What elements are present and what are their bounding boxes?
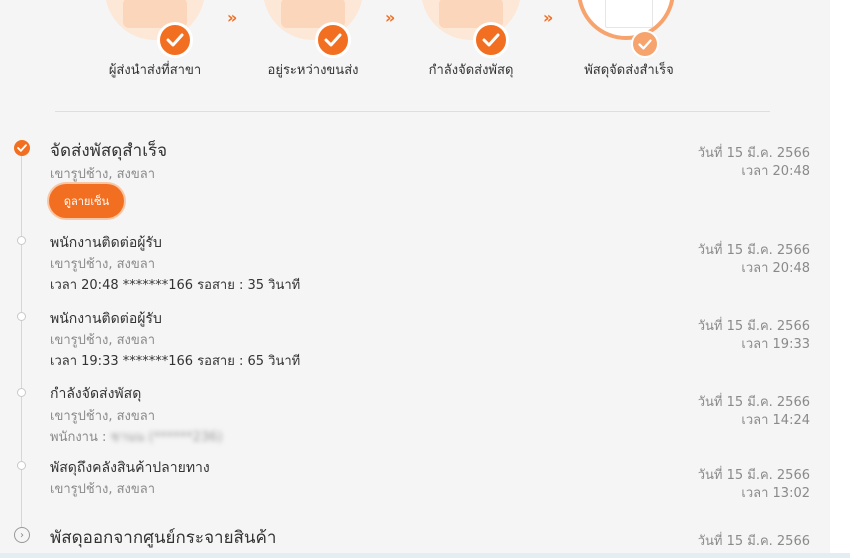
event-location: เขารูปช้าง, สงขลา [50, 409, 156, 424]
view-signature-button[interactable]: ดูลายเซ็น [49, 184, 124, 218]
check-icon [315, 22, 351, 58]
event-time: เวลา 14:24 [741, 413, 810, 428]
check-icon [157, 22, 193, 58]
step-arrow-icon: » [543, 8, 553, 27]
event-detail: เวลา 20:48 *******166 รอสาย : 35 วินาที [50, 278, 301, 293]
step-in-transit: อยู่ระหว่างขนส่ง [243, 0, 383, 90]
step-sender-dropoff: ผู้ส่งนำส่งที่สาขา [85, 0, 225, 90]
page-gutter [830, 0, 850, 558]
timeline-dot [17, 312, 26, 321]
timeline-line [21, 148, 22, 528]
timeline-dot [17, 461, 26, 470]
event-title: กำลังจัดส่งพัสดุ [50, 386, 142, 402]
event-location: เขารูปช้าง, สงขลา [50, 257, 156, 272]
event-title: พัสดุออกจากศูนย์กระจายสินค้า [50, 528, 277, 548]
step-arrow-icon: » [227, 8, 237, 27]
staff-value-redacted: ชานน (******236) [110, 430, 223, 445]
event-detail: เวลา 19:33 *******166 รอสาย : 65 วินาที [50, 354, 301, 369]
event-title: พนักงานติดต่อผู้รับ [50, 235, 162, 251]
event-time: เวลา 19:33 [741, 337, 810, 352]
check-circle-icon [14, 140, 30, 156]
event-time: เวลา 20:48 [741, 164, 810, 179]
bottom-bar [0, 553, 850, 558]
step-illustration [577, 0, 675, 40]
event-location: เขารูปช้าง, สงขลา [50, 333, 156, 348]
step-label: กำลังจัดส่งพัสดุ [428, 63, 514, 78]
event-title: จัดส่งพัสดุสำเร็จ [50, 141, 168, 161]
step-delivered: พัสดุจัดส่งสำเร็จ [559, 0, 699, 90]
step-label: ผู้ส่งนำส่งที่สาขา [108, 63, 202, 78]
timeline-dot [17, 236, 26, 245]
event-title: พัสดุถึงคลังสินค้าปลายทาง [50, 460, 210, 476]
chevron-right-icon[interactable]: › [14, 527, 30, 543]
step-out-for-delivery: กำลังจัดส่งพัสดุ [401, 0, 541, 90]
event-time: เวลา 20:48 [741, 261, 810, 276]
divider [55, 111, 770, 112]
step-label: พัสดุจัดส่งสำเร็จ [584, 63, 674, 78]
check-icon [631, 30, 659, 58]
event-staff: พนักงาน : ชานน (******236) [50, 426, 223, 447]
step-arrow-icon: » [385, 8, 395, 27]
step-label: อยู่ระหว่างขนส่ง [267, 63, 359, 78]
tracking-panel: ผู้ส่งนำส่งที่สาขา » อยู่ระหว่างขนส่ง » … [0, 0, 830, 558]
check-icon [473, 22, 509, 58]
event-location: เขารูปช้าง, สงขลา [50, 167, 156, 182]
event-title: พนักงานติดต่อผู้รับ [50, 311, 162, 327]
staff-label: พนักงาน : [50, 430, 107, 445]
timeline-dot [17, 388, 26, 397]
event-time: เวลา 13:02 [741, 486, 810, 501]
event-location: เขารูปช้าง, สงขลา [50, 482, 156, 497]
